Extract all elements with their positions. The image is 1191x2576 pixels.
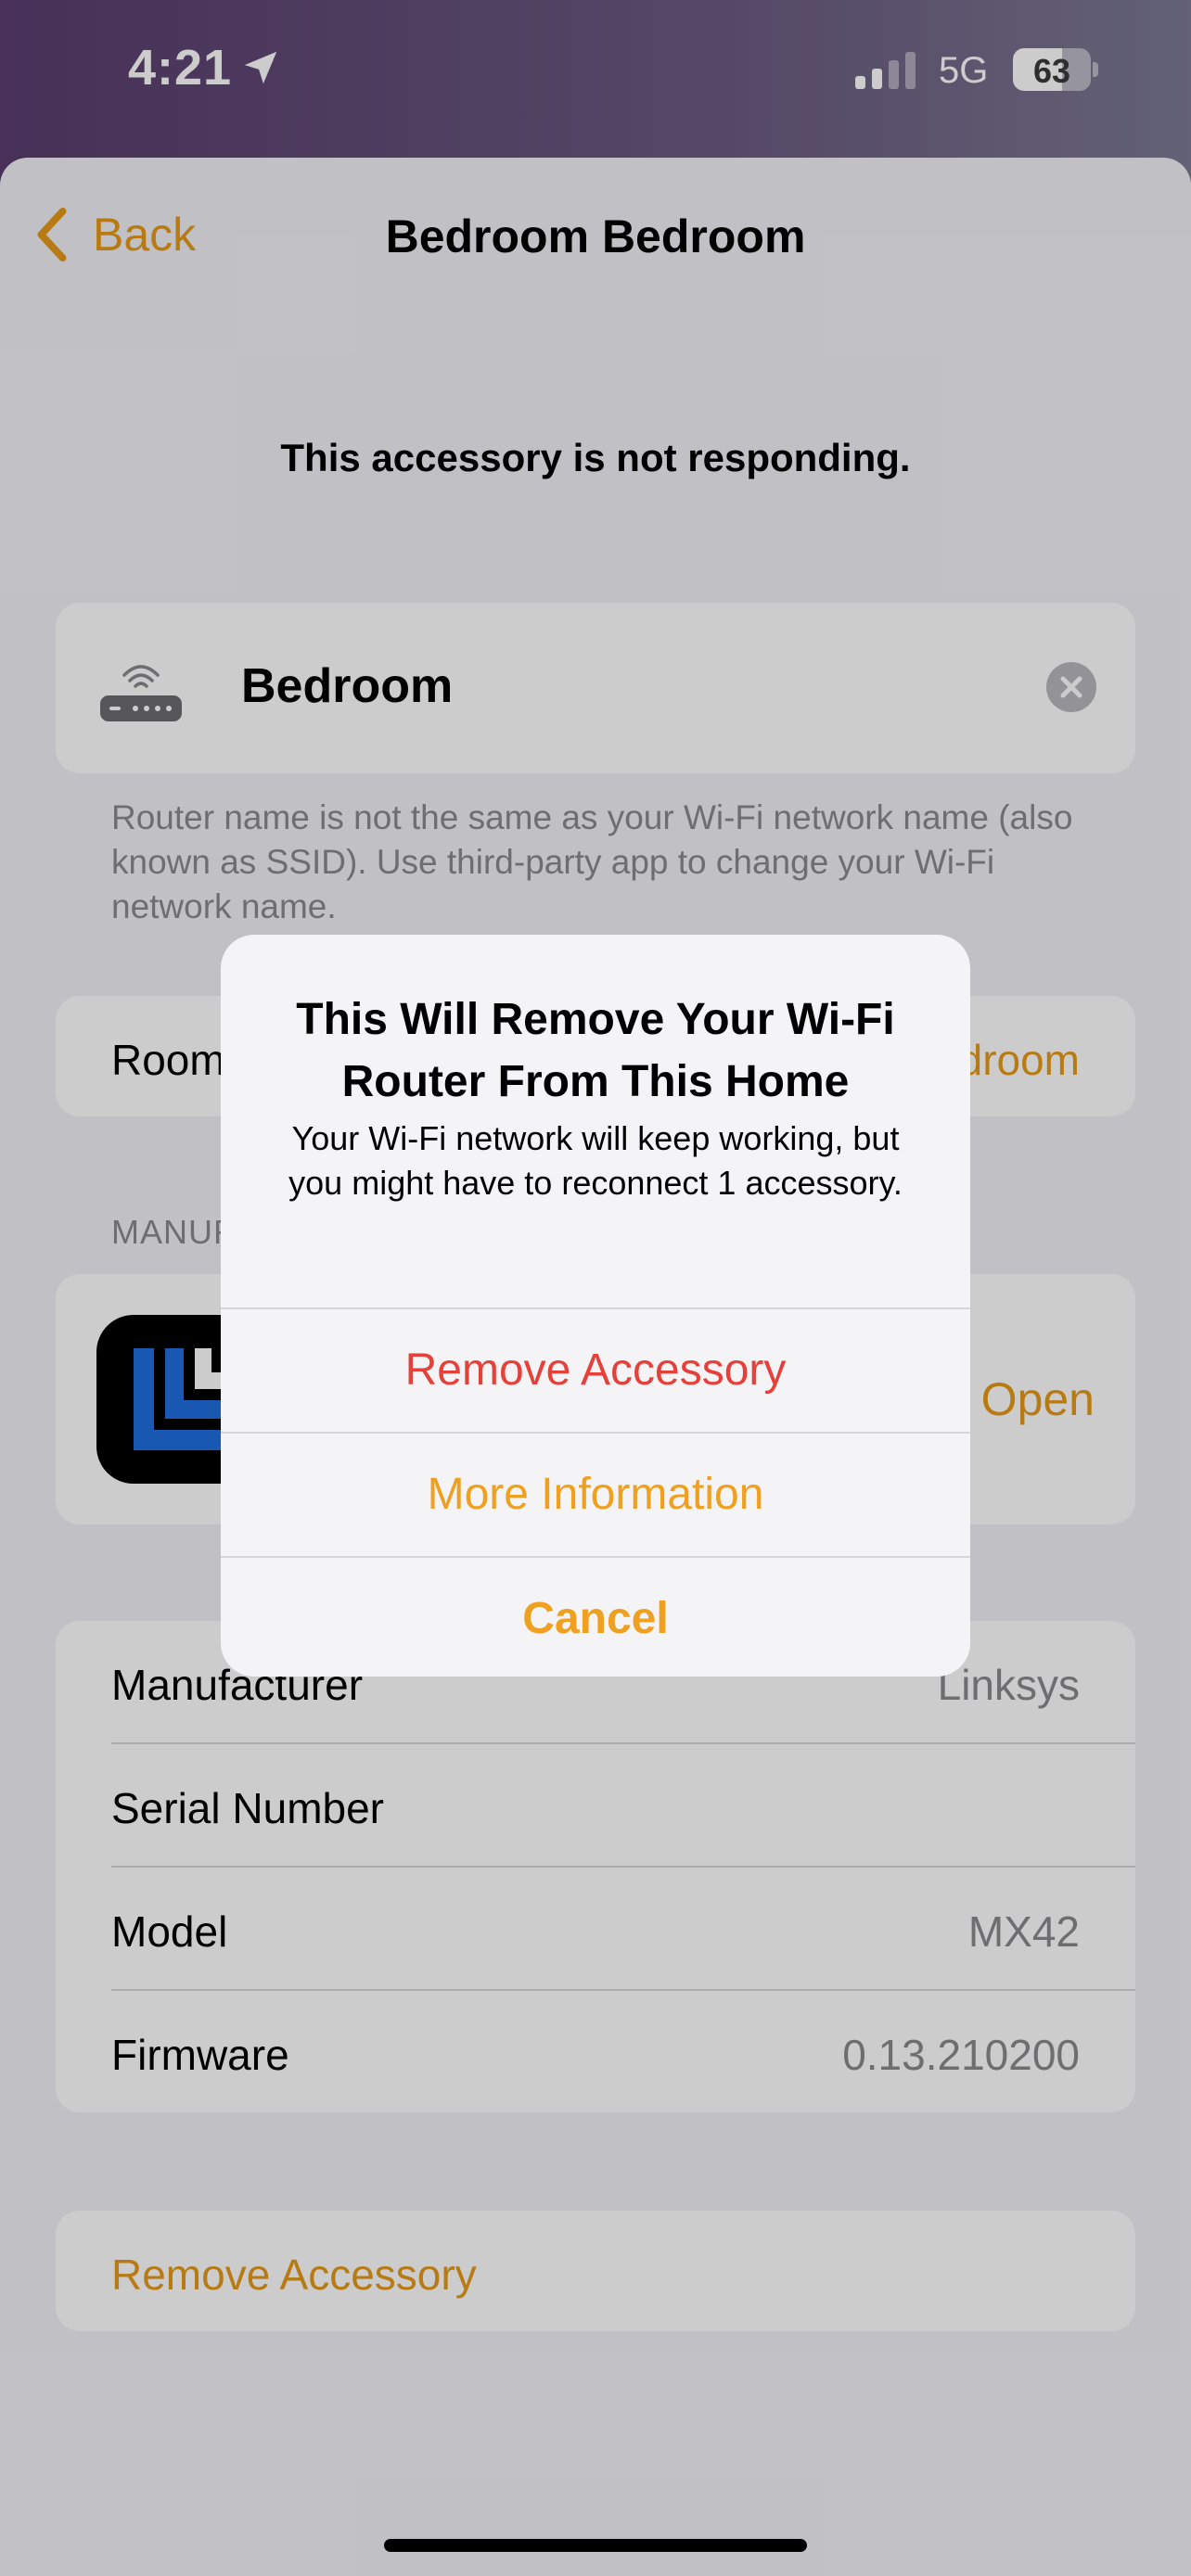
alert-message: Your Wi-Fi network will keep working, bu… <box>288 1119 903 1202</box>
alert-cancel-button[interactable]: Cancel <box>221 1558 970 1677</box>
remove-router-alert: This Will Remove Your Wi-Fi Router From … <box>221 935 970 1677</box>
alert-title: This Will Remove Your Wi-Fi Router From … <box>296 995 895 1106</box>
home-indicator[interactable] <box>384 2539 807 2552</box>
alert-more-information-button[interactable]: More Information <box>221 1434 970 1556</box>
alert-remove-accessory-button[interactable]: Remove Accessory <box>221 1309 970 1432</box>
